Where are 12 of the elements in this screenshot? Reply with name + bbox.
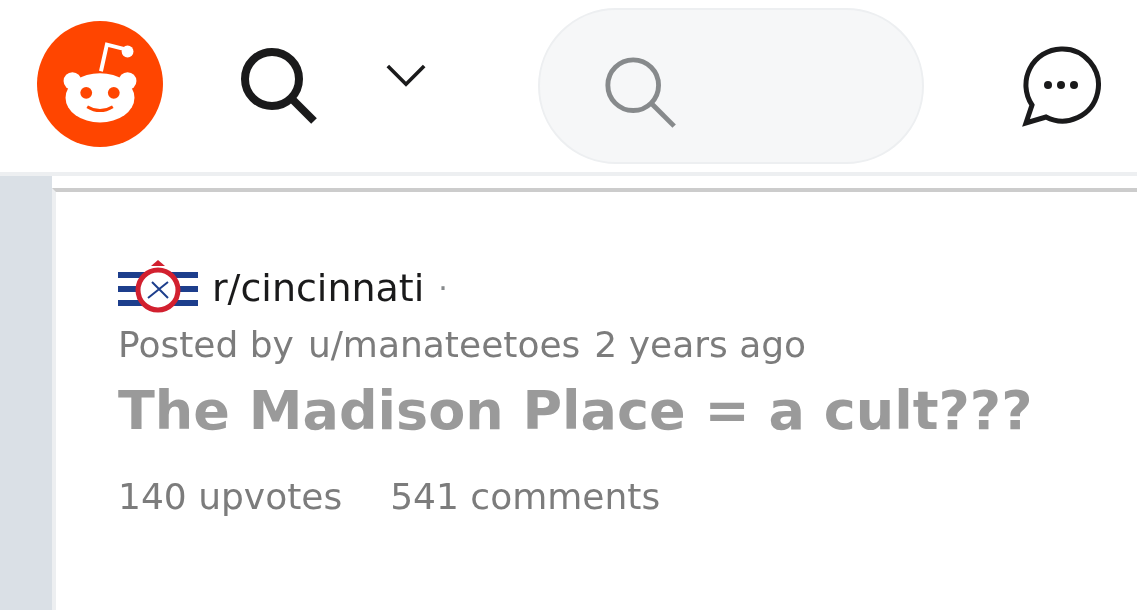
post-card[interactable]: r/cincinnati · Posted by u/manateetoes 2 years ago The Madison Place = a cult??? 140 upvotes 541 comments (52, 188, 1137, 610)
subreddit-link[interactable]: r/cincinnati (212, 266, 425, 310)
author-link[interactable]: u/manateetoes (307, 324, 581, 365)
separator-dot: · (438, 270, 448, 306)
upvote-count: 140 upvotes (118, 476, 343, 517)
reddit-logo-icon[interactable] (36, 20, 164, 148)
posted-by-label: Posted by (118, 324, 294, 365)
post-title[interactable]: The Madison Place = a cult??? (118, 379, 1137, 442)
comment-count[interactable]: 541 comments (390, 476, 661, 517)
chevron-down-icon[interactable] (386, 64, 426, 88)
post-time: 2 years ago (594, 324, 807, 365)
chat-bubble-icon[interactable] (1020, 45, 1102, 127)
